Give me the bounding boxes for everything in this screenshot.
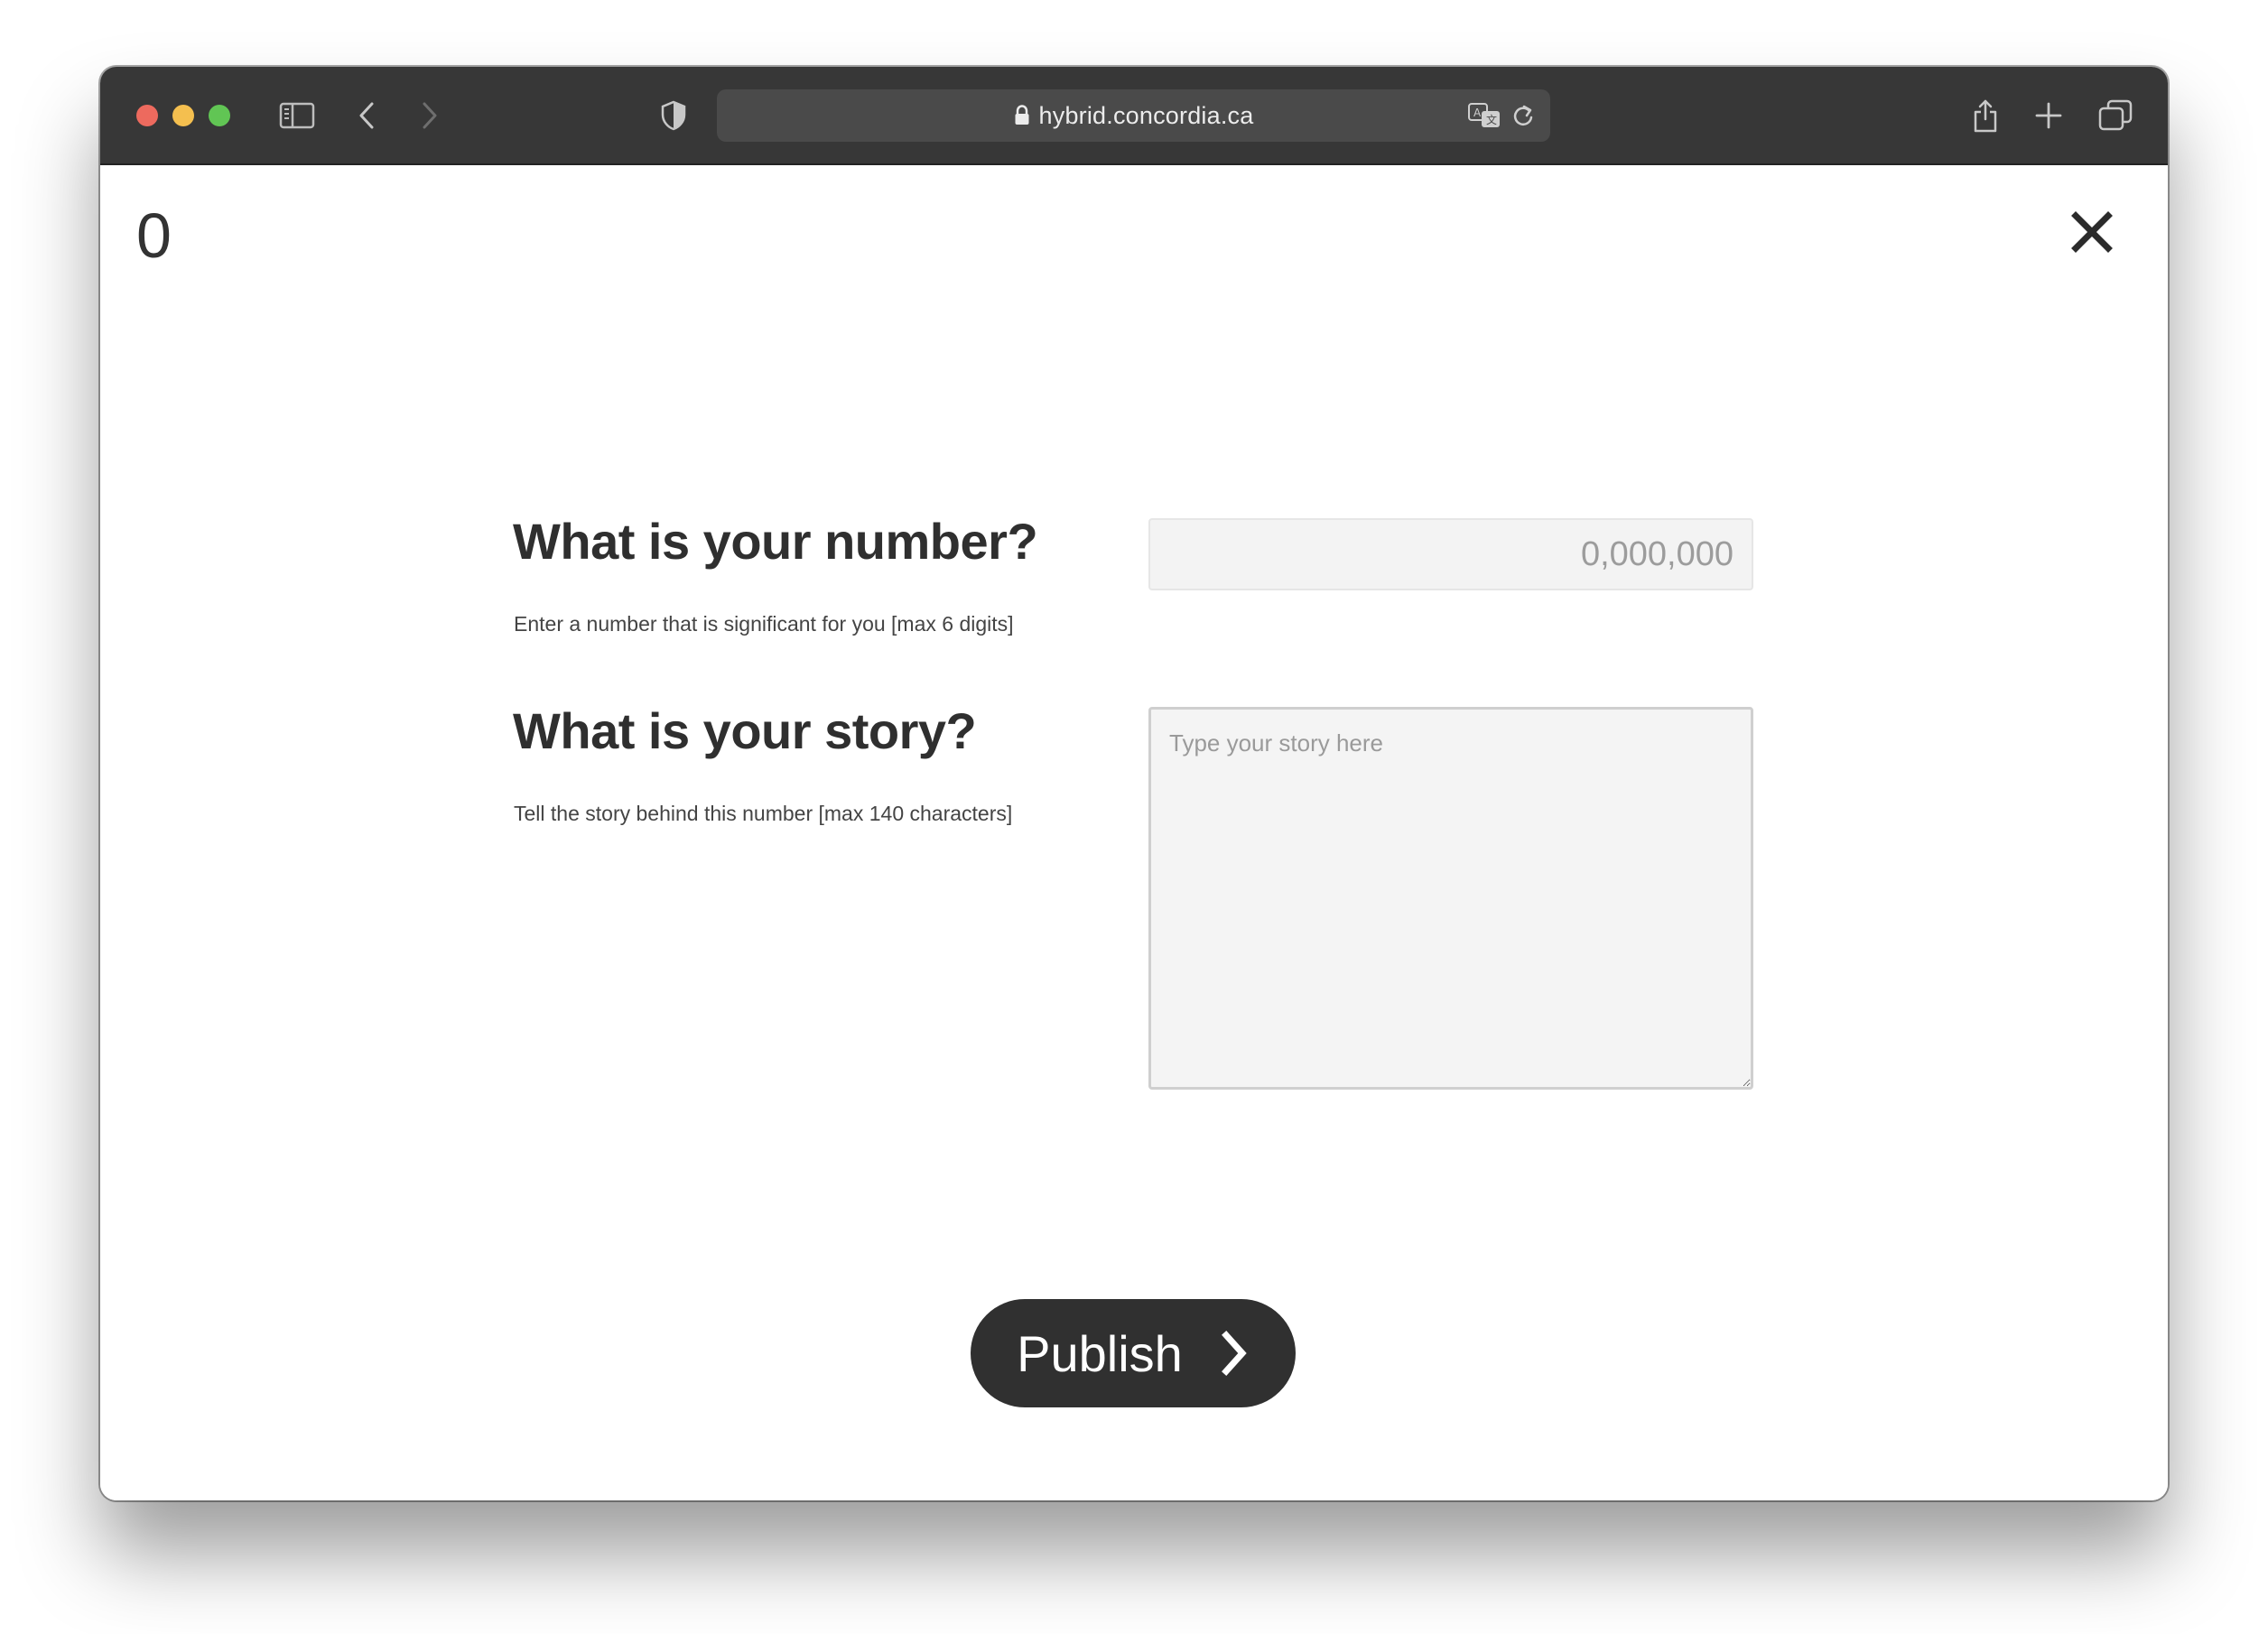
browser-toolbar: hybrid.concordia.ca A 文 (100, 67, 2168, 165)
number-input[interactable] (1148, 518, 1753, 590)
story-counter: 0 (136, 200, 172, 271)
story-textarea[interactable] (1148, 707, 1753, 1090)
svg-text:文: 文 (1486, 113, 1497, 126)
reload-icon[interactable] (1510, 93, 1537, 138)
tabs-overview-icon[interactable] (2097, 91, 2133, 140)
close-icon[interactable] (2068, 209, 2115, 255)
zoom-window-button[interactable] (209, 105, 230, 126)
url-text: hybrid.concordia.ca (1038, 102, 1254, 129)
publish-button[interactable]: Publish (971, 1299, 1296, 1407)
svg-text:A: A (1473, 107, 1482, 119)
new-tab-icon[interactable] (2032, 91, 2065, 140)
sidebar-icon[interactable] (277, 91, 317, 140)
publish-button-label: Publish (1017, 1324, 1183, 1382)
number-question-heading: What is your number? (513, 513, 1038, 570)
back-icon[interactable] (353, 91, 380, 140)
minimize-window-button[interactable] (172, 105, 194, 126)
close-window-button[interactable] (136, 105, 158, 126)
number-question-hint: Enter a number that is significant for y… (514, 612, 1014, 636)
story-question-hint: Tell the story behind this number [max 1… (514, 802, 1013, 825)
address-bar[interactable]: hybrid.concordia.ca A 文 (717, 89, 1550, 142)
page-content: 0 What is your number? Enter a number th… (100, 165, 2168, 1500)
translate-icon[interactable]: A 文 (1466, 93, 1502, 138)
shield-icon[interactable] (658, 91, 689, 140)
lock-icon (1015, 105, 1029, 125)
forward-icon[interactable] (416, 91, 443, 140)
chevron-right-icon (1221, 1331, 1247, 1376)
browser-window: hybrid.concordia.ca A 文 0 What is your n… (100, 67, 2168, 1500)
share-icon[interactable] (1969, 91, 2002, 140)
story-question-heading: What is your story? (513, 702, 977, 759)
